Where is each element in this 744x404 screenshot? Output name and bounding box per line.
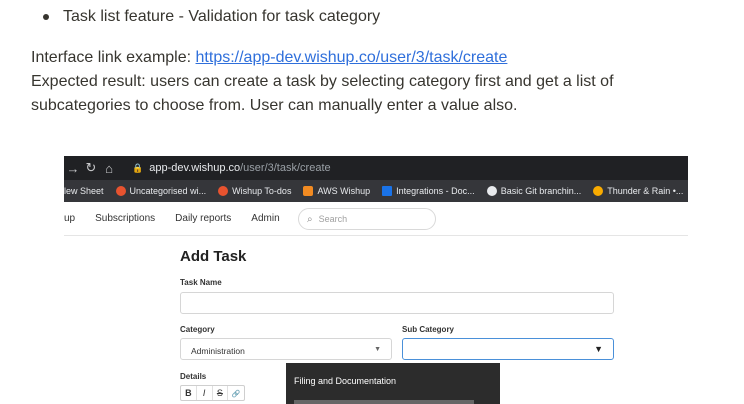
link-icon: 🔗 [231, 391, 241, 398]
expected-line-2: subcategories to choose from. User can m… [31, 97, 518, 114]
dropdown-item[interactable]: Filing and Documentation [294, 376, 396, 386]
nav-admin[interactable]: Admin [251, 213, 279, 224]
bookmark-label: Wishup To-dos [232, 186, 292, 196]
bookmark-label: Uncategorised wi... [129, 186, 207, 196]
search-input[interactable]: ⌕ Search [298, 208, 436, 230]
browser-address-bar: → ↻ ⌂ 🔒 app-dev.wishup.co/user/3/task/cr… [64, 156, 688, 180]
doc-icon [382, 186, 393, 196]
app-top-nav: up Subscriptions Daily reports Admin ⌕ S… [64, 202, 688, 236]
fire-icon [115, 186, 126, 196]
bullet-dot [43, 14, 49, 20]
page-title: Add Task [180, 248, 247, 265]
chevron-down-icon: ▼ [594, 344, 603, 354]
bullet-text: Task list feature - Validation for task … [63, 8, 381, 25]
interface-link[interactable]: https://app-dev.wishup.co/user/3/task/cr… [196, 49, 508, 66]
strike-button[interactable]: S [213, 386, 229, 400]
url-host[interactable]: app-dev.wishup.co [149, 162, 240, 174]
category-select[interactable]: Administration ▼ [180, 338, 392, 360]
bookmark-label: Thunder & Rain •... [607, 186, 684, 196]
category-label: Category [180, 325, 215, 334]
cube-icon [303, 186, 314, 196]
reload-icon[interactable]: ↻ [82, 160, 100, 176]
nav-cut-item[interactable]: up [64, 213, 75, 224]
task-name-label: Task Name [180, 278, 222, 287]
home-icon[interactable]: ⌂ [100, 161, 118, 176]
fire-icon [218, 186, 229, 196]
search-icon: ⌕ [307, 213, 313, 225]
expected-line-1: Expected result: users can create a task… [31, 73, 614, 90]
cloud-icon [593, 186, 604, 196]
nav-daily-reports[interactable]: Daily reports [175, 213, 231, 224]
format-toolbar-left: B I S 🔗 [180, 385, 245, 401]
bookmark-basic-git[interactable]: Basic Git branchin... [486, 186, 582, 196]
github-icon [486, 186, 497, 196]
chevron-down-icon: ▼ [374, 346, 381, 353]
embedded-screenshot: → ↻ ⌂ 🔒 app-dev.wishup.co/user/3/task/cr… [64, 156, 688, 404]
dropdown-item-partial[interactable] [294, 400, 474, 404]
bookmark-label: lew Sheet [64, 186, 104, 196]
task-name-field[interactable] [180, 292, 614, 314]
search-placeholder: Search [318, 214, 348, 224]
interface-label: Interface link example: [31, 49, 196, 66]
nav-subscriptions[interactable]: Subscriptions [95, 213, 155, 224]
bullet-item: Task list feature - Validation for task … [43, 8, 380, 26]
subcategory-dropdown: Filing and Documentation [286, 363, 500, 404]
details-label: Details [180, 372, 207, 381]
bookmark-aws-wishup[interactable]: AWS Wishup [303, 186, 370, 196]
subcategory-label: Sub Category [402, 325, 455, 334]
bookmark-integrations[interactable]: Integrations - Doc... [382, 186, 475, 196]
category-value: Administration [191, 346, 245, 356]
bookmark-wishup-todos[interactable]: Wishup To-dos [218, 186, 291, 196]
lock-icon: 🔒 [132, 162, 144, 173]
forward-icon[interactable]: → [64, 161, 82, 176]
bookmark-label: Basic Git branchin... [500, 186, 582, 196]
interface-paragraph: Interface link example: https://app-dev.… [31, 46, 507, 70]
bold-button[interactable]: B [181, 386, 197, 400]
italic-button[interactable]: I [197, 386, 213, 400]
bookmark-uncategorised[interactable]: Uncategorised wi... [115, 186, 207, 196]
link-button[interactable]: 🔗 [228, 386, 244, 400]
url-path[interactable]: /user/3/task/create [240, 162, 331, 174]
bookmark-label: Integrations - Doc... [396, 186, 475, 196]
bookmarks-bar: lew Sheet Uncategorised wi... Wishup To-… [64, 180, 688, 202]
bookmark-thunder-rain[interactable]: Thunder & Rain •... [593, 186, 683, 196]
bookmark-label: AWS Wishup [317, 186, 371, 196]
bookmark-new-sheet[interactable]: lew Sheet [64, 186, 104, 196]
subcategory-select[interactable]: ▼ [402, 338, 614, 360]
